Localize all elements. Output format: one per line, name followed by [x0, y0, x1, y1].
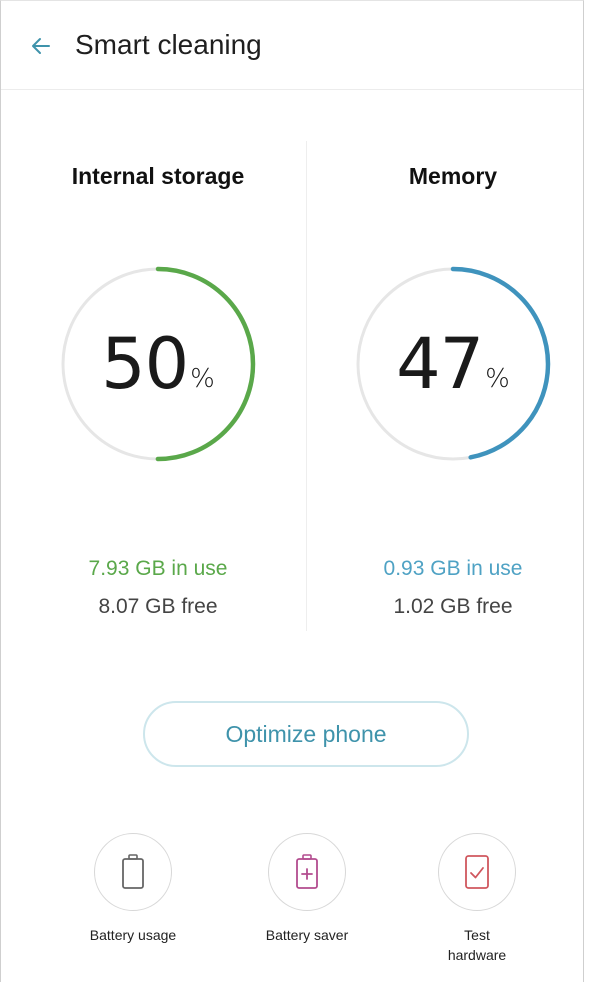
battery-saver-button[interactable]: Battery saver: [237, 833, 377, 945]
battery-saver-label: Battery saver: [265, 927, 349, 943]
storage-free: 8.07 GB free: [98, 595, 218, 618]
memory-title: Memory: [408, 163, 498, 189]
memory-percent-sign: %: [485, 364, 510, 394]
optimize-phone-button[interactable]: Optimize phone: [143, 701, 469, 767]
battery-usage-button[interactable]: Battery usage: [63, 833, 203, 945]
storage-panel[interactable]: Internal storage 50 % 7.93 GB in use 8.0…: [13, 151, 303, 631]
storage-percent-sign: %: [190, 364, 215, 394]
panel-divider: [306, 141, 307, 631]
storage-in-use: 7.93 GB in use: [88, 557, 228, 580]
app-screen: Smart cleaning Internal storage 50 % 7.9…: [0, 0, 584, 982]
memory-percent: 47 %: [353, 264, 553, 464]
test-hardware-label: Test hardware: [447, 927, 507, 963]
battery-saver-icon: [296, 854, 318, 889]
battery-saver-circle: [268, 833, 346, 911]
memory-panel[interactable]: Memory 47 % 0.93 GB in use 1.02 GB free: [308, 151, 592, 631]
back-button[interactable]: [29, 34, 53, 58]
storage-percent-number: 50: [101, 323, 189, 405]
battery-icon: [122, 854, 144, 889]
battery-usage-label: Battery usage: [89, 927, 177, 943]
memory-free: 1.02 GB free: [393, 595, 513, 618]
battery-usage-circle: [94, 833, 172, 911]
storage-title: Internal storage: [71, 163, 245, 189]
app-header: Smart cleaning: [1, 1, 583, 90]
page-title: Smart cleaning: [75, 29, 262, 60]
storage-gauge: 50 %: [58, 264, 258, 464]
arrow-left-icon: [32, 38, 50, 54]
memory-in-use: 0.93 GB in use: [383, 557, 523, 580]
test-hardware-icon: [465, 855, 489, 889]
memory-gauge: 47 %: [353, 264, 553, 464]
memory-percent-number: 47: [396, 323, 484, 405]
test-hardware-button[interactable]: Test hardware: [407, 833, 547, 965]
test-hardware-circle: [438, 833, 516, 911]
storage-percent: 50 %: [58, 264, 258, 464]
